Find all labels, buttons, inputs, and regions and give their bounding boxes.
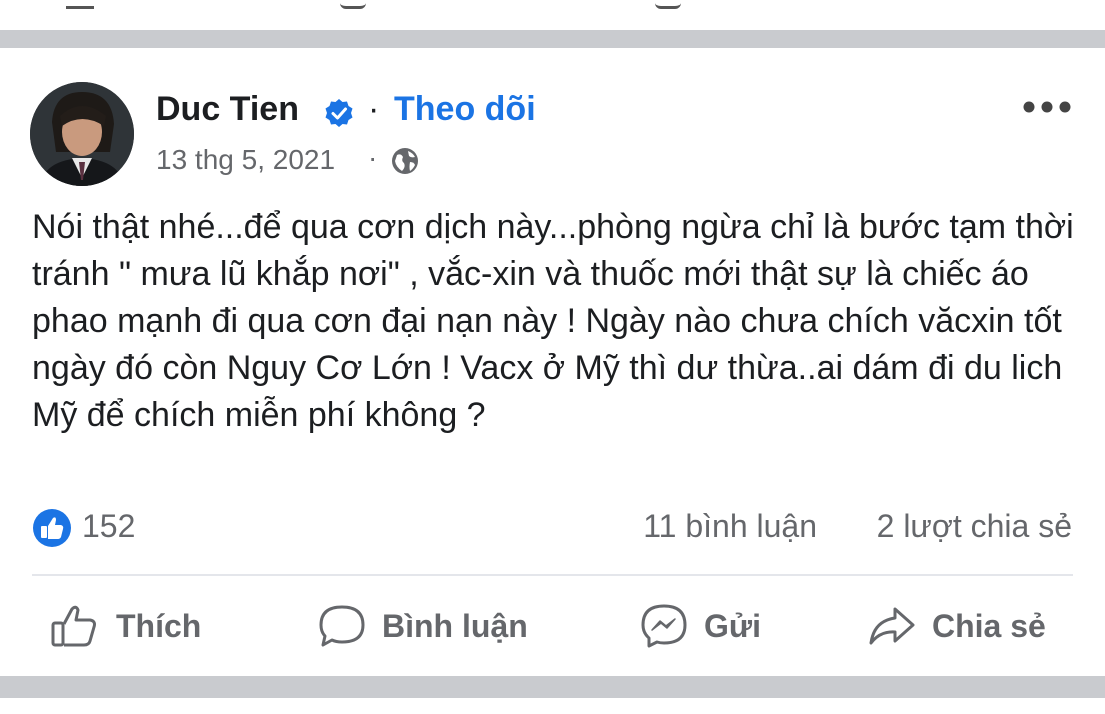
share-label: Chia sẻ <box>932 607 1046 644</box>
author-name[interactable]: Duc Tien <box>156 90 299 129</box>
comment-label: Bình luận <box>382 607 528 644</box>
send-label: Gửi <box>704 607 761 644</box>
previous-like-icon <box>66 0 94 9</box>
more-options-icon[interactable] <box>1020 100 1074 114</box>
previous-post-action-bar <box>0 0 1105 30</box>
comment-button[interactable]: Bình luận <box>316 596 528 656</box>
previous-send-icon <box>655 0 681 9</box>
feed-divider-bottom <box>0 676 1105 698</box>
follow-button[interactable]: Theo dõi <box>394 90 536 129</box>
author-avatar[interactable] <box>30 82 134 186</box>
actions-divider <box>32 574 1073 576</box>
share-arrow-icon <box>869 607 915 645</box>
shares-count[interactable]: 2 lượt chia sẻ <box>877 508 1072 545</box>
feed-post: Duc Tien · Theo dõi 13 thg 5, 2021 · Nói… <box>0 48 1105 676</box>
feed-divider-top <box>0 30 1105 48</box>
comments-count[interactable]: 11 bình luận <box>643 508 817 545</box>
post-text: Nói thật nhé...để qua cơn dịch này...phò… <box>32 208 1074 434</box>
globe-icon <box>392 148 418 174</box>
send-button[interactable]: Gửi <box>638 596 761 656</box>
like-reaction-icon[interactable] <box>32 508 72 548</box>
like-label: Thích <box>116 607 202 644</box>
verified-badge-icon <box>325 99 353 127</box>
comment-bubble-icon <box>319 605 365 647</box>
like-button[interactable]: Thích <box>50 596 201 656</box>
reaction-count[interactable]: 152 <box>82 508 135 545</box>
follow-separator: · <box>368 90 380 128</box>
timestamp-separator: · <box>368 142 378 173</box>
post-timestamp[interactable]: 13 thg 5, 2021 <box>156 144 335 176</box>
previous-comment-icon <box>340 0 366 9</box>
avatar-photo <box>30 82 134 186</box>
share-button[interactable]: Chia sẻ <box>866 596 1046 656</box>
thumbs-up-icon <box>51 605 96 647</box>
messenger-icon <box>641 604 687 648</box>
